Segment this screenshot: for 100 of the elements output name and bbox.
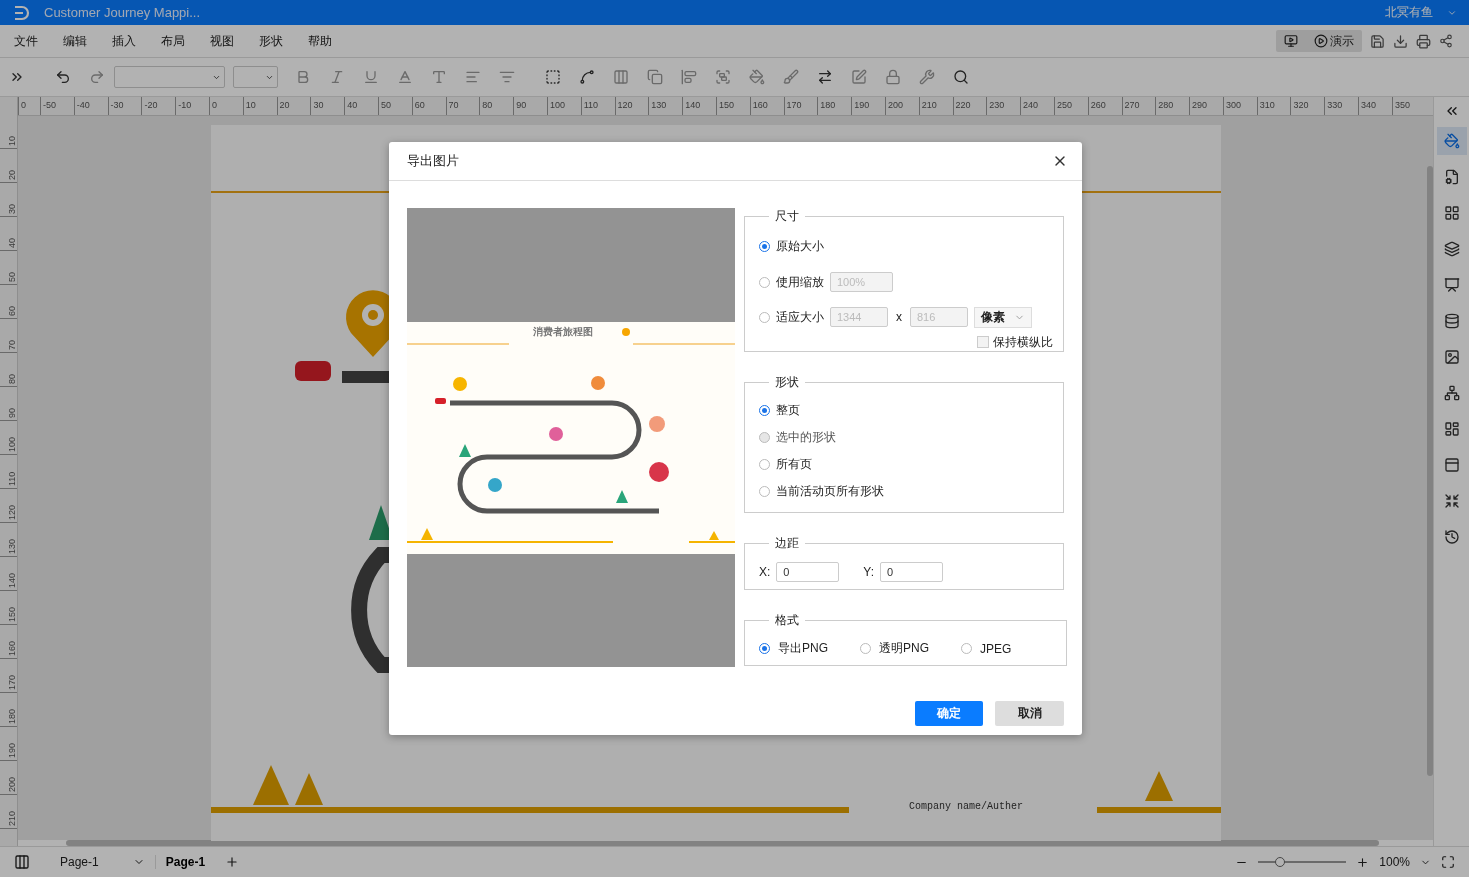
menu-item[interactable]: 文件 <box>14 32 63 50</box>
zoom-value[interactable]: 100% <box>1379 855 1410 869</box>
menu-item[interactable]: 插入 <box>112 32 161 50</box>
ruler-number: 240 <box>1020 97 1054 115</box>
margin-x-field[interactable]: 0 <box>776 561 840 582</box>
option-label: 当前活动页所有形状 <box>776 483 884 500</box>
ruler-number: 100 <box>546 97 581 115</box>
checkbox-label: 保持横纵比 <box>993 333 1053 351</box>
ruler-number: 30 <box>310 97 345 115</box>
radio-button[interactable] <box>759 311 770 323</box>
group-legend: 形状 <box>769 374 805 391</box>
share-icon[interactable] <box>1439 34 1453 48</box>
ruler-number: 60 <box>411 97 446 115</box>
ruler-number: 50 <box>0 251 17 285</box>
radio-button[interactable] <box>759 240 770 252</box>
ruler-number: 160 <box>749 97 784 115</box>
menu-item[interactable]: 编辑 <box>63 32 112 50</box>
ruler-number: 140 <box>0 557 17 591</box>
ruler-number: 90 <box>513 97 547 115</box>
zoom-thumb[interactable] <box>1275 857 1286 867</box>
download-icon[interactable] <box>1393 33 1408 49</box>
preview-title: 消费者旅程图 <box>533 324 593 339</box>
ruler-number: -10 <box>175 97 209 115</box>
ruler-number: 120 <box>614 97 649 115</box>
ruler-number: 180 <box>0 693 17 727</box>
fill-icon[interactable] <box>1436 127 1467 155</box>
add-page-icon[interactable] <box>225 855 240 869</box>
save-icon[interactable] <box>1370 33 1385 49</box>
ruler-number: 130 <box>648 97 683 115</box>
ruler-number: 200 <box>884 97 919 115</box>
radio-button[interactable] <box>759 276 770 288</box>
ruler-number: 100 <box>0 421 17 455</box>
ruler-number: 200 <box>0 761 17 795</box>
company-name-text: Company name/Auther <box>909 801 1024 812</box>
radio-button[interactable] <box>759 459 770 470</box>
ruler-number: 220 <box>952 97 987 115</box>
ruler-number: -40 <box>73 97 108 115</box>
ruler-number: 40 <box>0 217 17 251</box>
ruler-number: 0 <box>209 97 243 115</box>
ruler-number: 140 <box>682 97 716 115</box>
option-label: 整页 <box>776 402 800 419</box>
scrollbar[interactable] <box>1427 166 1433 776</box>
user-name[interactable]: 北冥有鱼 <box>1385 4 1433 21</box>
confirm-button[interactable]: 确定 <box>915 701 983 726</box>
group-legend: 尺寸 <box>769 208 805 225</box>
ruler-number: -20 <box>141 97 176 115</box>
play-icon <box>1314 34 1328 48</box>
ruler-number: 0 <box>18 97 40 115</box>
ruler-number: 190 <box>0 727 17 761</box>
option-label: 所有页 <box>776 456 812 473</box>
ruler-number: 10 <box>0 115 17 149</box>
ruler-number: 170 <box>783 97 818 115</box>
radio-button[interactable] <box>961 643 972 654</box>
print-icon[interactable] <box>1416 33 1431 49</box>
pages-icon[interactable] <box>14 854 30 870</box>
menu-item[interactable]: 帮助 <box>308 32 357 50</box>
monitor-play-icon <box>1284 34 1298 48</box>
ruler-number: 160 <box>0 625 17 659</box>
ruler-number: 310 <box>1256 97 1291 115</box>
option-label: JPEG <box>980 641 1012 656</box>
ruler-number: 300 <box>1222 97 1257 115</box>
ruler-number: 230 <box>986 97 1021 115</box>
ruler-number: 90 <box>0 387 17 421</box>
unit-select[interactable]: 像素 <box>974 306 1032 328</box>
ruler-number: 30 <box>0 183 17 217</box>
ruler-number: -50 <box>40 97 74 115</box>
window-title: Customer Journey Mappi... <box>44 5 202 20</box>
ruler-number: 50 <box>377 97 412 115</box>
ruler-number: 270 <box>1121 97 1156 115</box>
margin-y-field[interactable]: 0 <box>880 561 944 582</box>
menu-item[interactable]: 形状 <box>259 32 308 50</box>
menu-item[interactable]: 视图 <box>210 32 259 50</box>
zoom-in-icon[interactable] <box>1356 855 1370 869</box>
ruler-number: 280 <box>1155 97 1190 115</box>
ruler-number: 110 <box>580 97 615 115</box>
group-legend: 边距 <box>769 535 805 552</box>
ruler-number: 150 <box>715 97 750 115</box>
group-legend: 格式 <box>769 612 805 629</box>
radio-button[interactable] <box>860 643 871 654</box>
ruler-number: 330 <box>1324 97 1359 115</box>
ruler-number: 180 <box>817 97 852 115</box>
scrollbar[interactable] <box>66 840 1379 846</box>
cancel-button[interactable]: 取消 <box>995 701 1064 726</box>
radio-button[interactable] <box>759 643 770 654</box>
ruler-number: 260 <box>1087 97 1122 115</box>
ruler-number: 170 <box>0 659 17 693</box>
ruler-number: 190 <box>851 97 885 115</box>
checkbox[interactable] <box>977 336 989 348</box>
times-sign: x <box>896 310 902 324</box>
menu-item[interactable]: 布局 <box>161 32 210 50</box>
option-label: 原始大小 <box>776 237 824 255</box>
radio-button[interactable] <box>759 405 770 416</box>
fullscreen-icon[interactable] <box>1441 855 1455 869</box>
page-tab[interactable]: Page-1 <box>154 855 216 869</box>
ruler-number: 210 <box>918 97 953 115</box>
radio-button[interactable] <box>759 486 770 497</box>
ruler-number: 70 <box>445 97 480 115</box>
ruler-number: 340 <box>1358 97 1392 115</box>
ruler-number: 120 <box>0 489 17 523</box>
page-select[interactable]: Page-1 <box>60 855 99 869</box>
